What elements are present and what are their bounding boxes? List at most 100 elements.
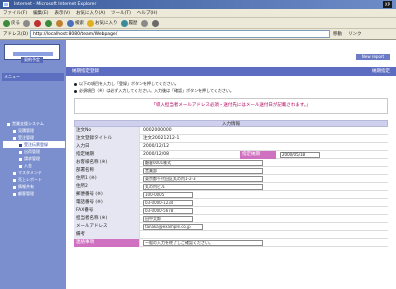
form-row: 住所1 (※) 東京都千代田区丸の内1-2-3 [74, 175, 388, 183]
favorites-button[interactable]: お気に入り [87, 19, 118, 28]
field-label: 注文No [74, 127, 140, 135]
folder-icon [13, 136, 16, 140]
address-input[interactable]: http://localhost:8080/team/Webpage/ [29, 30, 330, 38]
contact-name-input[interactable]: 田中太郎 [143, 216, 193, 222]
tree-item[interactable]: 請求管理 [3, 155, 65, 162]
field-label: 電話番号 (※) [74, 199, 140, 207]
page-icon [19, 150, 22, 154]
tree-item[interactable]: 売上レポート [3, 176, 65, 183]
instructions: 以下の項目を入力し「登録」ボタンを押してください。 必須項目（※）は必ず入力して… [74, 80, 388, 94]
field-wrap: 顧客0001株式 [140, 159, 388, 167]
forward-button[interactable] [23, 19, 31, 28]
menu-file[interactable]: ファイル(F) [3, 10, 27, 16]
stop-button[interactable] [34, 19, 42, 28]
back-arrow-icon [3, 19, 10, 27]
notes-input[interactable]: 一般の入力を終了しご確認ください。 [143, 240, 263, 246]
order-form: 入力情報 注文No 0002000000 注文登録タイトル 注文20021212… [74, 120, 388, 247]
postal-code-input[interactable]: 100-0005 [143, 192, 193, 198]
menu-favorites[interactable]: お気に入り(A) [76, 10, 105, 16]
instruction-line: 以下の項目を入力し「登録」ボタンを押してください。 [74, 80, 388, 87]
field-value: 2000/12/08 [143, 152, 169, 157]
stop-icon [34, 19, 41, 27]
tree-item-label: 受注伝票登録 [24, 142, 48, 147]
tree-item[interactable]: 入金 [3, 162, 65, 169]
tree-item[interactable]: 営業支援システム [3, 120, 65, 127]
folder-icon [13, 178, 16, 182]
field-label: FAX番号 [74, 207, 140, 215]
form-row: 指定納期 2000/12/08 指定納期 2000/05/18 [74, 151, 388, 159]
address1-input[interactable]: 東京都千代田区丸の内1-2-3 [143, 176, 263, 182]
menu-tools[interactable]: ツール(T) [111, 10, 131, 16]
favorites-label: お気に入り [95, 21, 118, 26]
fax-input[interactable]: 03-0000-5678 [143, 208, 193, 214]
history-icon [120, 19, 128, 27]
field-wrap: 営業部 [140, 167, 388, 175]
back-label: 戻る [11, 21, 20, 26]
page-content: 契約予定 メニュー 営業支援システム 見積管理 受注管理 受注伝票登録 出荷管理… [0, 40, 396, 289]
form-row: 入力日 2000/12/12 [74, 143, 388, 151]
main-panel: New report 納期指定登録 納期指定 以下の項目を入力し「登録」ボタンを… [66, 40, 396, 289]
links-button[interactable]: リンク [348, 31, 362, 37]
refresh-button[interactable] [45, 19, 53, 28]
history-button[interactable]: 履歴 [120, 19, 138, 28]
sidebar: 契約予定 メニュー 営業支援システム 見積管理 受注管理 受注伝票登録 出荷管理… [0, 40, 66, 289]
menu-edit[interactable]: 編集(E) [33, 10, 48, 16]
customer-name-input[interactable]: 顧客0001株式 [143, 160, 263, 166]
field-label: 入力日 [74, 143, 140, 151]
logo-bar [13, 52, 53, 56]
menu-help[interactable]: ヘルプ(H) [137, 10, 157, 16]
folder-icon [13, 129, 16, 133]
field-label: 住所1 (※) [74, 175, 140, 183]
field-label: 指定納期 [74, 151, 140, 159]
form-row: 担当者名称 (※) 田中太郎 [74, 215, 388, 223]
new-report-button[interactable]: New report [356, 54, 390, 60]
sidebar-top-button[interactable]: 契約予定 [21, 57, 43, 63]
page-title: 納期指定登録 [72, 69, 99, 74]
menu-view[interactable]: 表示(V) [54, 10, 70, 16]
form-row: 住所2 丸の内ビル [74, 183, 388, 191]
print-button[interactable] [151, 19, 160, 28]
browser-toolbar: 戻る 検索 お気に入り 履歴 [0, 18, 396, 29]
form-row: 注文No 0002000000 [74, 127, 388, 135]
form-row: お客様名称 (※) 顧客0001株式 [74, 159, 388, 167]
field-wrap: 03-0000-1234 [140, 199, 388, 207]
page-icon [19, 157, 22, 161]
form-row: FAX番号 03-0000-5678 [74, 207, 388, 215]
page-header-right: 納期指定 [372, 69, 390, 74]
tree-item[interactable]: 受注管理 [3, 134, 65, 141]
tree-item[interactable]: 情報共有 [3, 183, 65, 190]
print-icon [151, 19, 159, 27]
field-wrap: 田中太郎 [140, 215, 388, 223]
go-button[interactable]: 移動 [333, 31, 342, 37]
folder-icon [7, 122, 10, 126]
delivery-date-input[interactable]: 2000/05/18 [280, 152, 320, 158]
field-label: 注文登録タイトル [74, 135, 140, 143]
instruction-text: 必須項目（※）は必ず入力してください。入力後は「確認」ボタンを押してください。 [79, 88, 234, 93]
field-label: 担当者名称 (※) [74, 215, 140, 223]
field-wrap: tanaka@example.co.jp [140, 223, 388, 231]
sidebar-logo: 契約予定 [4, 44, 60, 63]
folder-icon [13, 192, 16, 196]
phone-input[interactable]: 03-0000-1234 [143, 200, 193, 206]
home-button[interactable] [56, 19, 64, 28]
tree-item-selected[interactable]: 受注伝票登録 [3, 141, 65, 148]
tree-item[interactable]: マスタメンテ [3, 169, 65, 176]
search-button[interactable]: 検索 [67, 19, 84, 28]
mail-button[interactable] [140, 19, 149, 28]
form-row: 連絡事項 一般の入力を終了しご確認ください。 [74, 239, 388, 247]
field-value: 0002000000 [143, 128, 172, 133]
department-input[interactable]: 営業部 [143, 168, 263, 174]
star-icon [87, 19, 94, 27]
history-label: 履歴 [128, 21, 138, 26]
back-button[interactable]: 戻る [3, 19, 20, 28]
address2-input[interactable]: 丸の内ビル [143, 184, 263, 190]
tree-item-label: 情報共有 [18, 184, 34, 189]
email-input[interactable]: tanaka@example.co.jp [143, 224, 203, 230]
tree-item[interactable]: 出荷管理 [3, 148, 65, 155]
tree-item[interactable]: 顧客管理 [3, 190, 65, 197]
field-label: 住所2 [74, 183, 140, 191]
page-header: 納期指定登録 納期指定 [66, 67, 396, 76]
tree-item-label: 見積管理 [18, 128, 34, 133]
tree-item-label: 入金 [24, 163, 32, 168]
tree-item[interactable]: 見積管理 [3, 127, 65, 134]
